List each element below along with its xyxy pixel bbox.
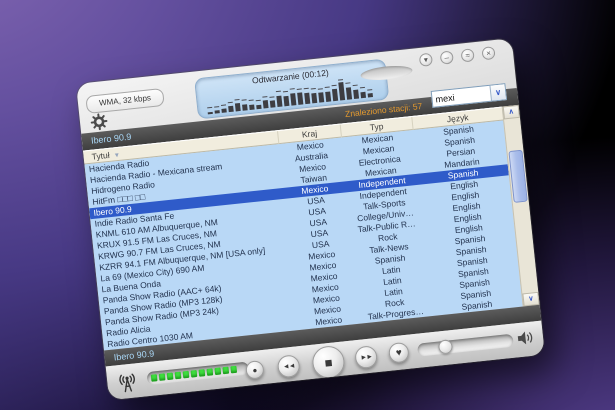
spectrum-bar xyxy=(261,86,269,109)
speaker-icon xyxy=(516,329,536,351)
buffer-segment xyxy=(222,366,230,375)
previous-icon: ◄◄ xyxy=(282,362,295,371)
chevron-up-icon: ∧ xyxy=(508,107,515,116)
spectrum-bar xyxy=(247,88,255,110)
volume-slider[interactable] xyxy=(417,333,514,357)
spectrum-bar xyxy=(226,90,234,113)
buffer-segment xyxy=(174,371,182,380)
chevron-down-icon: ∨ xyxy=(528,294,534,303)
spectrum-bar xyxy=(233,89,241,112)
next-button[interactable]: ►► xyxy=(354,345,379,370)
spectrum-bar xyxy=(345,77,353,100)
antenna-icon xyxy=(113,368,142,400)
chevron-down-icon: ∨ xyxy=(494,87,502,98)
scroll-thumb[interactable] xyxy=(508,149,528,203)
spectrum-bar xyxy=(310,81,318,104)
spectrum-bar xyxy=(303,82,311,105)
volume-thumb[interactable] xyxy=(437,339,454,355)
favorite-button[interactable]: ♥ xyxy=(387,341,410,364)
buffer-segment xyxy=(190,369,198,378)
player-window: ▾ – ≈ × WMA, 32 kbps Odtwarzanie (00:12)… xyxy=(76,38,545,401)
compact-mode-button[interactable]: ≈ xyxy=(460,48,475,63)
menu-button[interactable]: ▾ xyxy=(418,52,434,67)
settings-button[interactable] xyxy=(89,112,109,132)
spectrum-bar xyxy=(359,76,367,99)
record-icon: ● xyxy=(251,365,258,375)
spectrum-bar xyxy=(240,88,248,111)
heart-icon: ♥ xyxy=(395,346,403,359)
record-button[interactable]: ● xyxy=(244,359,265,380)
spectrum-bar xyxy=(275,85,283,108)
window-controls: ▾ – ≈ × xyxy=(418,46,496,67)
next-icon: ►► xyxy=(359,353,373,362)
spectrum-bar xyxy=(352,77,360,100)
spectrum-bar xyxy=(331,79,339,102)
scroll-up-button[interactable]: ∧ xyxy=(502,104,520,120)
header-label: Tytuł xyxy=(91,149,111,162)
minimize-button[interactable]: – xyxy=(439,50,454,65)
buffer-segment xyxy=(214,367,222,376)
spectrum-bar xyxy=(289,83,297,106)
spectrum-bar xyxy=(282,84,290,107)
buffer-segment xyxy=(198,369,206,377)
spectrum-bar xyxy=(206,92,213,115)
spectrum-bar xyxy=(317,80,325,103)
stream-format-label: WMA, 32 kbps xyxy=(85,87,165,114)
spectrum-bar xyxy=(268,85,276,108)
spectrum-bar xyxy=(324,80,332,102)
close-button[interactable]: × xyxy=(481,46,496,61)
sort-icon: ▼ xyxy=(113,151,121,160)
spectrum-bar xyxy=(213,91,220,114)
spectrum-bar xyxy=(337,78,346,101)
spectrum-bar xyxy=(296,82,304,105)
buffer-segment xyxy=(206,368,214,376)
spectrum-bar xyxy=(254,87,262,110)
buffer-segment xyxy=(166,372,174,381)
buffer-progress xyxy=(146,361,250,386)
desktop-background: ▾ – ≈ × WMA, 32 kbps Odtwarzanie (00:12)… xyxy=(0,0,615,410)
search-dropdown-button[interactable]: ∨ xyxy=(489,84,506,101)
previous-button[interactable]: ◄◄ xyxy=(276,354,301,379)
stop-button[interactable]: ■ xyxy=(310,344,347,380)
stop-icon: ■ xyxy=(323,354,334,371)
spectrum-bar xyxy=(220,91,227,113)
buffer-segment xyxy=(150,374,158,382)
buffer-segment xyxy=(182,370,190,379)
buffer-segment xyxy=(230,365,238,374)
buffer-segment xyxy=(158,373,166,381)
